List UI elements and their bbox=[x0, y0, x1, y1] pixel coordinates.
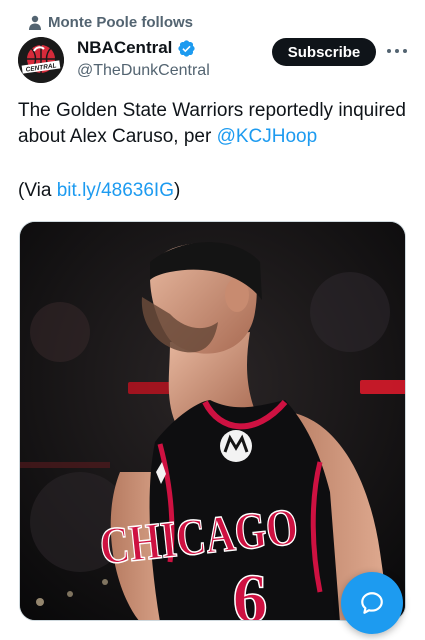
verified-badge-icon bbox=[178, 39, 196, 57]
via-link[interactable]: bit.ly/48636IG bbox=[57, 180, 174, 201]
basketball-logo: CENTRAL bbox=[18, 37, 64, 83]
compose-button[interactable] bbox=[341, 572, 403, 634]
handle[interactable]: @TheDunkCentral bbox=[77, 62, 210, 80]
tweet-media[interactable]: CHICAGO 6 bbox=[19, 221, 406, 621]
social-context-text: Monte Poole follows bbox=[48, 14, 193, 31]
jersey-number: 6 bbox=[233, 561, 268, 621]
via-prefix: (Via bbox=[18, 180, 57, 201]
more-icon[interactable] bbox=[387, 44, 407, 58]
player-photo: CHICAGO 6 bbox=[20, 222, 405, 621]
via-suffix: ) bbox=[173, 180, 181, 201]
mention-link[interactable]: @KCJHoop bbox=[217, 126, 318, 147]
tweet-body: The Golden State Warriors reportedly inq… bbox=[18, 100, 406, 147]
compose-icon bbox=[361, 592, 383, 614]
person-icon bbox=[29, 15, 41, 30]
via-line: (Via bit.ly/48636IG) bbox=[18, 178, 180, 204]
avatar[interactable]: CENTRAL bbox=[18, 37, 64, 83]
display-name[interactable]: NBACentral bbox=[77, 38, 172, 58]
subscribe-button[interactable]: Subscribe bbox=[272, 38, 376, 66]
social-context[interactable]: Monte Poole follows bbox=[29, 14, 193, 31]
author-block[interactable]: NBACentral @TheDunkCentral bbox=[77, 38, 210, 80]
tweet-text: The Golden State Warriors reportedly inq… bbox=[18, 98, 413, 150]
